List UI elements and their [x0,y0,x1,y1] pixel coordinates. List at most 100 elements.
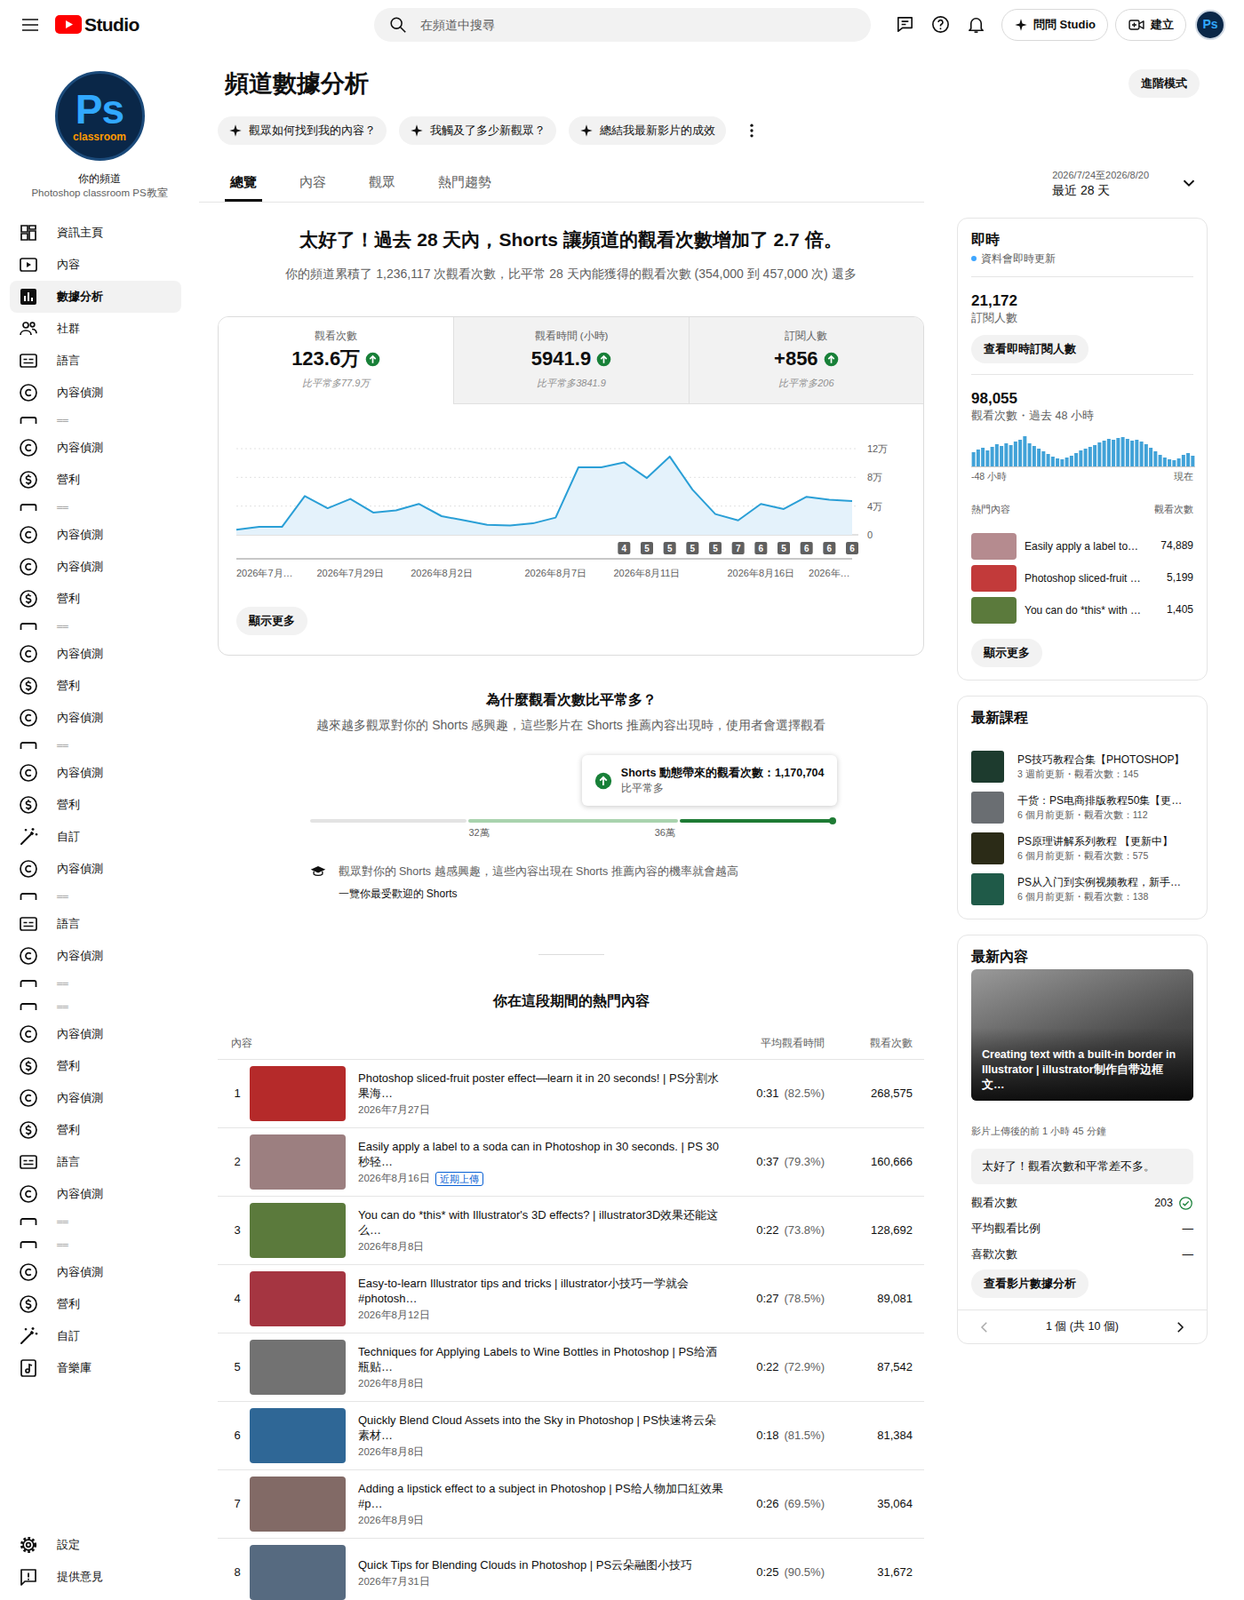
sidebar-item[interactable]: 內容偵測 [9,431,182,464]
sidebar-fragment[interactable]: ══ [9,1233,182,1257]
sidebar-fragment[interactable]: ══ [9,408,182,432]
sidebar-item[interactable]: 內容 [9,248,182,281]
course-thumbnail[interactable] [971,873,1005,906]
sidebar-item[interactable]: 設定 [9,1529,182,1562]
video-thumbnail[interactable] [249,1339,346,1396]
sidebar-item[interactable]: 營利 [9,789,182,822]
search-bar[interactable] [374,7,871,42]
comments-button[interactable] [887,7,924,43]
sidebar-item[interactable]: 內容偵測 [9,376,182,409]
video-thumbnail[interactable] [249,1066,346,1122]
sidebar-item[interactable]: 內容偵測 [9,1256,182,1289]
show-more-button[interactable]: 顯示更多 [236,606,308,636]
tab[interactable]: 總覽 [224,163,263,202]
sidebar-fragment[interactable]: ══ [9,885,182,909]
channel-avatar[interactable]: Psclassroom [55,71,145,161]
course-thumbnail[interactable] [971,750,1005,783]
table-row[interactable]: 7Adding a lipstick effect to a subject i… [217,1470,925,1540]
video-title[interactable]: Quick Tips for Blending Clouds in Photos… [358,1557,726,1573]
studio-logo[interactable]: Studio [55,12,140,37]
sidebar-item[interactable]: 營利 [9,1050,182,1083]
popular-shorts-link[interactable]: 一覽你最受歡迎的 Shorts [338,885,739,902]
sidebar-fragment[interactable]: ══ [9,972,182,996]
video-thumbnail[interactable] [249,1134,346,1190]
video-thumbnail[interactable] [249,1545,346,1600]
help-button[interactable] [923,7,959,43]
table-row[interactable]: 4Easy-to-learn Illustrator tips and tric… [217,1265,925,1334]
sidebar-fragment[interactable]: ══ [9,733,182,758]
sidebar-fragment[interactable]: ══ [9,995,182,1019]
sidebar-item[interactable]: 內容偵測 [9,853,182,886]
tab[interactable]: 內容 [294,163,332,202]
course-thumbnail[interactable] [971,832,1005,865]
tab[interactable]: 觀眾 [363,163,401,202]
top-content-row[interactable]: You can do *this* with …1,405 [971,594,1194,627]
channel-name[interactable]: Photoshop classroom PS教室 [31,185,168,200]
sidebar-item[interactable]: 內容偵測 [9,637,182,670]
search-input[interactable] [418,16,857,33]
table-row[interactable]: 2Easily apply a label to a soda can in P… [217,1128,925,1197]
previous-button[interactable] [971,1313,998,1342]
sidebar-item[interactable]: 社群 [9,312,182,345]
sidebar-fragment[interactable]: ══ [9,495,182,519]
course-item[interactable]: PS从入门到实例视频教程，新手…6 個月前更新・觀看次數：138 [971,869,1194,910]
suggestion-chip[interactable]: 總結我最新影片的成效 [568,116,726,145]
top-content-row[interactable]: Photoshop sliced-fruit …5,199 [971,562,1194,595]
sidebar-item[interactable]: 內容偵測 [9,940,182,973]
more-button[interactable] [738,116,766,145]
sidebar-item[interactable]: 內容偵測 [9,757,182,790]
sidebar-item[interactable]: 內容偵測 [9,550,182,583]
notifications-button[interactable] [958,7,995,43]
sidebar-item[interactable]: 內容偵測 [9,1178,182,1211]
table-row[interactable]: 8Quick Tips for Blending Clouds in Photo… [217,1539,925,1600]
table-row[interactable]: 5Techniques for Applying Labels to Wine … [217,1333,925,1403]
metric-tab[interactable]: 訂閱人數+856比平常多206 [688,317,924,405]
video-thumbnail[interactable] [249,1203,346,1259]
sidebar-item[interactable]: 內容偵測 [9,1082,182,1115]
sidebar-item[interactable]: 數據分析 [9,280,182,313]
video-thumbnail[interactable] [971,533,1017,560]
video-thumbnail[interactable] [971,597,1017,624]
menu-button[interactable] [12,7,48,43]
show-more-button[interactable]: 顯示更多 [971,638,1043,668]
table-row[interactable]: 6Quickly Blend Cloud Assets into the Sky… [217,1402,925,1471]
video-title[interactable]: Quickly Blend Cloud Assets into the Sky … [358,1412,726,1444]
sidebar-item[interactable]: 自訂 [9,1320,182,1353]
video-title[interactable]: Easily apply a label to a soda can in Ph… [358,1139,726,1170]
account-avatar[interactable]: Ps [1195,9,1226,40]
sidebar-item[interactable]: 營利 [9,1114,182,1147]
sidebar-item[interactable]: 資訊主頁 [9,216,182,249]
sidebar-item[interactable]: 自訂 [9,821,182,854]
sidebar-item[interactable]: 提供意見 [9,1561,182,1594]
sidebar-item[interactable]: 營利 [9,463,182,496]
sidebar-item[interactable]: 音樂庫 [9,1352,182,1385]
suggestion-chip[interactable]: 我觸及了多少新觀眾？ [398,116,557,145]
video-analytics-button[interactable]: 查看影片數據分析 [971,1269,1089,1299]
course-item[interactable]: PS技巧教程合集【PHOTOSHOP】3 週前更新・觀看次數：145 [971,746,1194,788]
top-content-row[interactable]: Easily apply a label to…74,889 [971,530,1194,563]
date-range-picker[interactable]: 2026/7/24至2026/8/20最近 28 天 [956,163,1208,203]
course-thumbnail[interactable] [971,791,1005,824]
sidebar-item[interactable]: 內容偵測 [9,701,182,734]
video-title[interactable]: You can do *this* with Illustrator's 3D … [358,1207,726,1238]
create-button[interactable]: 建立 [1115,8,1187,41]
video-thumbnail[interactable] [249,1408,346,1464]
sidebar-item[interactable]: 語言 [9,344,182,377]
video-thumbnail[interactable] [971,565,1017,592]
sidebar-item[interactable]: 營利 [9,669,182,702]
sidebar-item[interactable]: 語言 [9,908,182,941]
metric-tab[interactable]: 觀看時間 (小時)5941.9比平常多3841.9 [453,317,688,405]
video-title[interactable]: Adding a lipstick effect to a subject in… [358,1481,726,1512]
tab[interactable]: 熱門趨勢 [432,163,497,202]
sidebar-item[interactable]: 語言 [9,1146,182,1179]
advanced-mode-button[interactable]: 進階模式 [1128,69,1200,98]
video-title[interactable]: Easy-to-learn Illustrator tips and trick… [358,1275,726,1307]
sidebar-item[interactable]: 營利 [9,1288,182,1321]
sidebar-fragment[interactable]: ══ [9,614,182,638]
video-title[interactable]: Techniques for Applying Labels to Wine B… [358,1344,726,1375]
live-subscribers-button[interactable]: 查看即時訂閱人數 [971,334,1089,364]
suggestion-chip[interactable]: 觀眾如何找到我的內容？ [217,116,387,145]
sidebar-item[interactable]: 內容偵測 [9,518,182,551]
sidebar-item[interactable]: 內容偵測 [9,1018,182,1051]
video-thumbnail[interactable] [249,1476,346,1532]
